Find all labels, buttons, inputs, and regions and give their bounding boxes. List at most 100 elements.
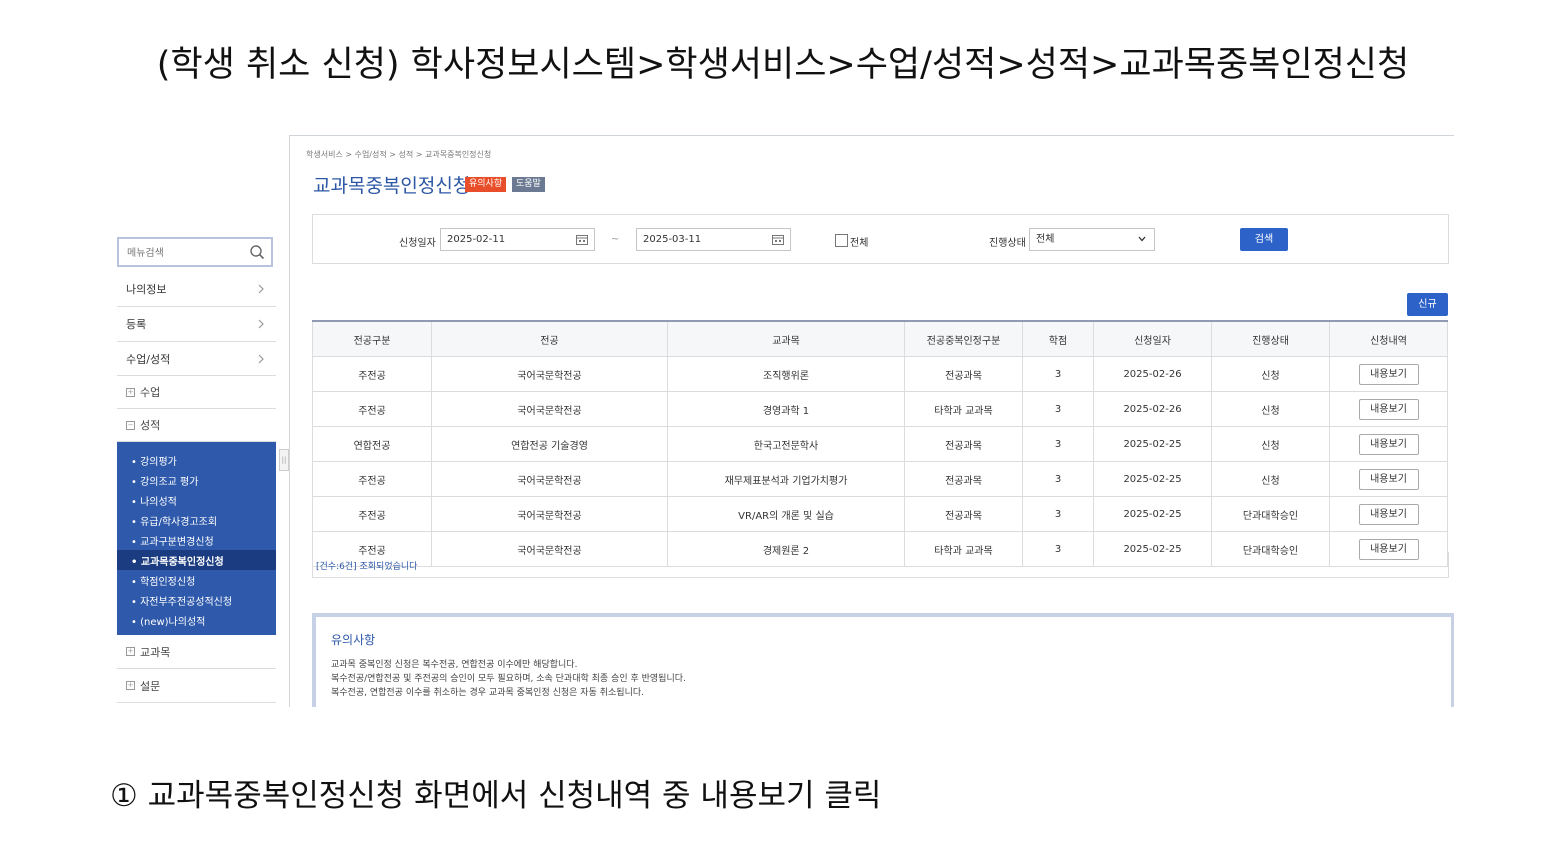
search-panel: 신청일자 2025-02-11 ~ 2025-03-11 전체 진행상태 전체 …	[312, 214, 1449, 264]
table-cell: 전공과목	[904, 496, 1023, 532]
view-details-button[interactable]: 내용보기	[1358, 363, 1419, 385]
status-label: 진행상태	[989, 238, 1026, 249]
submenu-new-my-grades[interactable]: • (new)나의성적	[117, 610, 276, 630]
submenu-my-grades[interactable]: • 나의성적	[117, 490, 276, 510]
table-cell: 연합전공 기술경영	[431, 426, 668, 462]
chevron-right-icon	[258, 319, 264, 329]
table-cell: 전공과목	[904, 461, 1023, 497]
table-cell: 내용보기	[1329, 426, 1448, 462]
document-title: (학생 취소 신청) 학사정보시스템>학생서비스>수업/성적>성적>교과목중복인…	[156, 45, 1410, 85]
view-details-button[interactable]: 내용보기	[1358, 503, 1419, 525]
table-cell: 국어국문학전공	[431, 461, 668, 497]
sidebar-item-label: 등록	[126, 318, 147, 331]
submenu-warning-lookup[interactable]: • 유급/학사경고조회	[117, 510, 276, 530]
chevron-down-icon	[1138, 236, 1146, 242]
sidebar-sub-class[interactable]: + 수업	[117, 376, 276, 409]
view-details-button[interactable]: 내용보기	[1358, 468, 1419, 490]
table-cell: 주전공	[312, 356, 432, 392]
table-cell: 한국고전문학사	[667, 426, 905, 462]
collapse-icon: −	[126, 420, 135, 430]
table-cell: 신청	[1211, 461, 1330, 497]
date-range-separator: ~	[611, 234, 620, 245]
column-header: 신청내역	[1329, 320, 1448, 357]
date-to-value: 2025-03-11	[643, 234, 702, 245]
table-cell: 주전공	[312, 391, 432, 427]
table-cell: 전공과목	[904, 426, 1023, 462]
table-cell: 내용보기	[1329, 356, 1448, 392]
grades-submenu: • 강의평가 • 강의조교 평가 • 나의성적 • 유급/학사경고조회 • 교과…	[117, 442, 276, 635]
submenu-ta-evaluation[interactable]: • 강의조교 평가	[117, 470, 276, 490]
calendar-icon[interactable]	[576, 234, 588, 245]
table-row: 주전공 국어국문학전공 재무제표분석과 기업가치평가 전공과목 3 2025-0…	[312, 461, 1448, 497]
menu-search-input[interactable]	[125, 241, 244, 265]
table-cell: 3	[1022, 496, 1094, 532]
date-to-input[interactable]: 2025-03-11	[636, 228, 791, 251]
column-header: 전공	[431, 320, 668, 357]
sidebar-sub-label: 설문	[140, 679, 161, 693]
submenu-duplicate-credit-active[interactable]: • 교과목중복인정신청	[117, 550, 276, 570]
divider	[290, 135, 1454, 136]
table-cell: 신청	[1211, 391, 1330, 427]
table-cell: 3	[1022, 426, 1094, 462]
date-from-value: 2025-02-11	[447, 234, 506, 245]
table-cell: 내용보기	[1329, 391, 1448, 427]
view-details-button[interactable]: 내용보기	[1358, 398, 1419, 420]
table-row: 연합전공 연합전공 기술경영 한국고전문학사 전공과목 3 2025-02-25…	[312, 426, 1448, 462]
sidebar-item-class-grades[interactable]: 수업/성적	[117, 342, 276, 376]
table-cell: 국어국문학전공	[431, 391, 668, 427]
calendar-icon[interactable]	[772, 234, 784, 245]
sidebar-sub-grades[interactable]: − 성적	[117, 409, 276, 442]
view-details-button[interactable]: 내용보기	[1358, 433, 1419, 455]
expand-icon: +	[126, 681, 135, 690]
sidebar-collapse-handle[interactable]: ||	[279, 449, 289, 471]
table-cell: 3	[1022, 356, 1094, 392]
sidebar-sub-label: 교과목	[140, 645, 171, 659]
status-select[interactable]: 전체	[1029, 228, 1155, 251]
submenu-credit-recognition[interactable]: • 학점인정신청	[117, 570, 276, 590]
table-row: 주전공 국어국문학전공 경영과학 1 타학과 교과목 3 2025-02-26 …	[312, 391, 1448, 427]
column-header: 전공중복인정구분	[904, 320, 1023, 357]
sidebar-sub-survey[interactable]: + 설문	[117, 669, 276, 703]
table-cell: 국어국문학전공	[431, 496, 668, 532]
table-cell: 2025-02-25	[1093, 426, 1212, 462]
all-dates-checkbox[interactable]	[835, 234, 848, 247]
table-cell: 타학과 교과목	[904, 391, 1023, 427]
table-cell: 국어국문학전공	[431, 356, 668, 392]
sidebar-item-registration[interactable]: 등록	[117, 307, 276, 342]
sidebar-item-my-info[interactable]: 나의정보	[117, 272, 276, 307]
notice-panel: 유의사항 교과목 중복인정 신청은 복수전공, 연합전공 이수에만 해당합니다.…	[312, 613, 1454, 707]
submenu-course-type-change[interactable]: • 교과구분변경신청	[117, 530, 276, 550]
table-header-row: 전공구분 전공 교과목 전공중복인정구분 학점 신청일자 진행상태 신청내역	[312, 320, 1448, 357]
date-from-input[interactable]: 2025-02-11	[440, 228, 595, 251]
table-cell: 신청	[1211, 426, 1330, 462]
table-cell: 단과대학승인	[1211, 496, 1330, 532]
breadcrumb: 학생서비스 > 수업/성적 > 성적 > 교과목중복인정신청	[306, 150, 492, 159]
app-screenshot: 나의정보 등록 수업/성적 + 수업 − 성적 • 강의평가 • 강의조교 평가…	[117, 135, 1454, 707]
table-cell: 2025-02-25	[1093, 461, 1212, 497]
page-title: 교과목중복인정신청	[313, 175, 471, 197]
submenu-major-grade-request[interactable]: • 자전부주전공성적신청	[117, 590, 276, 610]
submenu-course-evaluation[interactable]: • 강의평가	[117, 450, 276, 470]
chevron-right-icon	[258, 354, 264, 363]
table-cell: 주전공	[312, 496, 432, 532]
search-button[interactable]: 검색	[1240, 228, 1288, 251]
chevron-right-icon	[258, 284, 264, 294]
column-header: 진행상태	[1211, 320, 1330, 357]
table-row: 주전공 국어국문학전공 VR/AR의 개론 및 실습 전공과목 3 2025-0…	[312, 496, 1448, 532]
column-header: 학점	[1022, 320, 1094, 357]
sidebar-item-label: 수업/성적	[126, 352, 171, 366]
table-cell: 전공과목	[904, 356, 1023, 392]
table-cell: 2025-02-26	[1093, 391, 1212, 427]
notice-badge[interactable]: 유의사항	[465, 177, 507, 192]
menu-search	[117, 237, 273, 267]
search-icon[interactable]	[249, 244, 265, 260]
notice-line: 교과목 중복인정 신청은 복수전공, 연합전공 이수에만 해당합니다.	[331, 660, 578, 670]
main-content: 학생서비스 > 수업/성적 > 성적 > 교과목중복인정신청 교과목중복인정신청…	[290, 135, 1454, 707]
all-dates-label: 전체	[850, 238, 869, 249]
sidebar-sub-courses[interactable]: + 교과목	[117, 635, 276, 669]
table-cell: 2025-02-26	[1093, 356, 1212, 392]
new-button[interactable]: 신규	[1407, 293, 1448, 316]
column-header: 교과목	[667, 320, 905, 357]
expand-icon: +	[126, 647, 135, 656]
help-badge[interactable]: 도움말	[512, 177, 545, 192]
